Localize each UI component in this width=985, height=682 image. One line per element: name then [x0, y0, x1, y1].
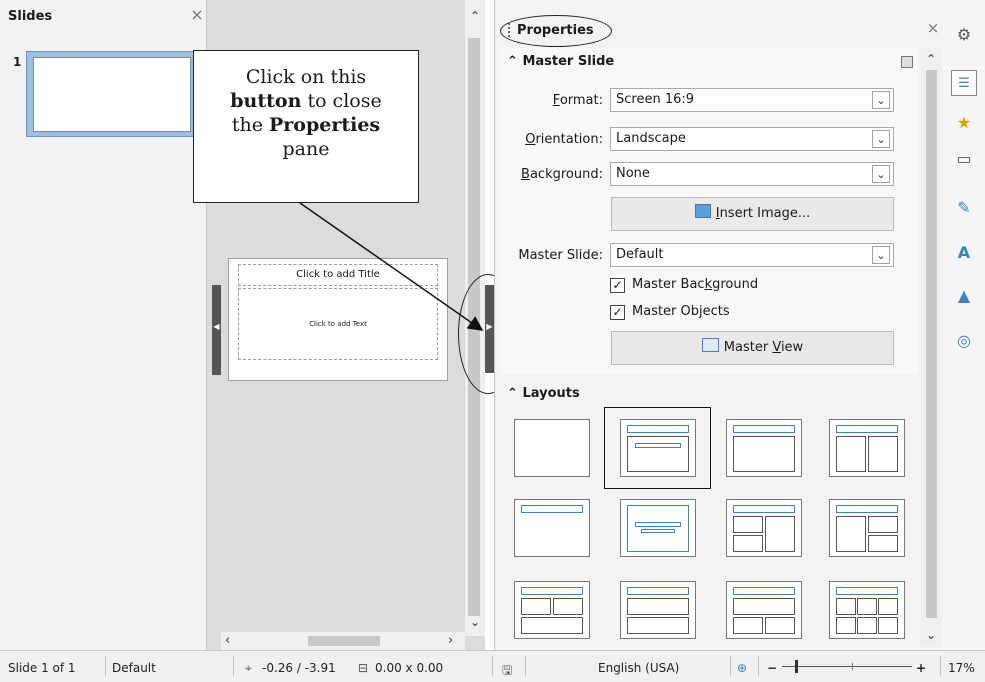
master-slide-section-header[interactable]: ⌃ Master Slide — [507, 54, 614, 69]
background-value: None — [616, 166, 650, 181]
master-slide-section-label: Master Slide — [522, 54, 615, 69]
layout-title-2content-over-content[interactable] — [514, 581, 590, 639]
status-separator — [758, 656, 759, 676]
chevron-down-icon[interactable]: ⌄ — [872, 246, 890, 264]
chevron-up-icon: ⌃ — [507, 386, 518, 401]
zoom-slider-track[interactable] — [782, 666, 912, 667]
zoom-slider-handle[interactable] — [795, 660, 798, 673]
master-slide-dropdown[interactable]: Default — [610, 243, 894, 267]
layout-title-content-over-content[interactable] — [620, 581, 696, 639]
chevron-up-icon: ⌃ — [507, 54, 518, 69]
status-separator — [940, 656, 941, 676]
insert-image-button[interactable]: Insert Image... — [611, 197, 894, 231]
properties-close-button[interactable]: × — [925, 20, 941, 36]
layouts-section-label: Layouts — [522, 386, 580, 401]
zoom-in-button[interactable]: + — [916, 661, 926, 675]
orientation-dropdown[interactable]: Landscape — [610, 127, 894, 151]
chevron-down-icon[interactable]: ⌄ — [872, 130, 890, 148]
callout-bold-button: button — [230, 90, 302, 112]
properties-scroll-thumb[interactable] — [926, 70, 937, 618]
master-view-button[interactable]: Master View — [611, 331, 894, 365]
scroll-down-icon[interactable]: ⌄ — [921, 628, 941, 642]
title-placeholder[interactable]: Click to add Title — [238, 264, 438, 286]
animation-icon[interactable]: ▭ — [951, 146, 977, 172]
sidebar-tabbar — [943, 0, 985, 650]
slide-thumbnail-number: 1 — [13, 55, 22, 69]
scroll-right-icon[interactable]: › — [448, 634, 462, 648]
text-placeholder[interactable]: Click to add Text — [238, 288, 438, 360]
language[interactable]: English (USA) — [598, 661, 679, 675]
more-options-button[interactable] — [901, 56, 913, 68]
status-separator — [525, 656, 526, 676]
slides-pane-title: Slides — [8, 9, 53, 24]
scroll-up-icon[interactable]: ⌃ — [921, 52, 941, 66]
size-icon: ⊟ — [358, 661, 369, 675]
background-label: Background: — [521, 167, 603, 182]
layout-title-6content[interactable] — [829, 581, 905, 639]
layout-blank[interactable] — [514, 419, 590, 477]
annotation-callout: Click on this button to close the Proper… — [193, 50, 419, 203]
callout-line-1: Click on this — [245, 66, 367, 88]
orientation-label: Orientation: — [525, 132, 603, 147]
chevron-down-icon[interactable]: ⌄ — [872, 165, 890, 183]
horizontal-scroll-thumb[interactable] — [308, 636, 380, 646]
master-objects-checkbox[interactable]: ✓ — [610, 305, 625, 320]
layout-title-content[interactable] — [620, 419, 696, 477]
collapse-left-icon: ◀ — [213, 322, 220, 331]
layout-title-only[interactable] — [514, 499, 590, 557]
format-label: Format: — [552, 93, 603, 108]
status-separator — [492, 656, 493, 676]
master-background-label: Master Background — [632, 277, 759, 292]
master-slide-value: Default — [616, 247, 664, 262]
scroll-up-icon[interactable]: ⌃ — [465, 8, 485, 24]
image-icon — [694, 204, 711, 218]
master-view-icon — [701, 338, 719, 352]
format-dropdown[interactable]: Screen 16:9 — [610, 88, 894, 112]
slides-pane-close-button[interactable]: × — [188, 6, 206, 24]
slide-position: Slide 1 of 1 — [8, 661, 76, 675]
layout-title-content-2[interactable] — [726, 419, 802, 477]
cursor-position: -0.26 / -3.91 — [262, 661, 336, 675]
callout-line-3: the — [231, 114, 269, 136]
navigator-icon[interactable]: ◎ — [951, 328, 977, 354]
master-slide-label: Master Slide: — [518, 248, 603, 263]
position-icon: ⌖ — [245, 661, 252, 675]
master-objects-label: Master Objects — [632, 304, 730, 319]
zoom-slider-tick — [852, 663, 853, 670]
chevron-down-icon[interactable]: ⌄ — [872, 91, 890, 109]
callout-line-2: to close — [301, 90, 382, 112]
status-separator — [233, 656, 234, 676]
background-dropdown[interactable]: None — [610, 162, 894, 186]
settings-icon[interactable]: ⚙ — [951, 22, 977, 48]
layout-title-content-2content[interactable] — [829, 499, 905, 557]
callout-bold-properties: Properties — [269, 114, 381, 136]
master-background-checkbox[interactable]: ✓ — [610, 278, 625, 293]
zoom-out-button[interactable]: − — [767, 661, 777, 675]
status-separator — [730, 656, 731, 676]
styles-icon[interactable]: A — [951, 240, 977, 266]
highlight-ellipse-title — [500, 15, 612, 47]
callout-line-4: pane — [282, 138, 330, 160]
orientation-value: Landscape — [616, 131, 686, 146]
layout-title-two-content[interactable] — [829, 419, 905, 477]
properties-icon[interactable]: ☰ — [951, 70, 977, 96]
layout-title-content-over-2content[interactable] — [726, 581, 802, 639]
layouts-section-header[interactable]: ⌃ Layouts — [507, 386, 580, 401]
object-size: 0.00 x 0.00 — [375, 661, 444, 675]
master-name: Default — [112, 661, 156, 675]
layout-title-2content-content[interactable] — [726, 499, 802, 557]
scroll-down-icon[interactable]: ⌄ — [465, 614, 485, 630]
slide-thumbnail[interactable] — [33, 57, 191, 132]
format-value: Screen 16:9 — [616, 92, 695, 107]
master-slides-icon[interactable]: ✎ — [951, 195, 977, 221]
scroll-left-icon[interactable]: ‹ — [225, 634, 239, 648]
zoom-level[interactable]: 17% — [948, 661, 975, 675]
save-state-icon[interactable]: 🖫 — [502, 661, 512, 682]
fit-slide-icon[interactable]: ⊕ — [737, 661, 747, 675]
slide-transition-icon[interactable]: ★ — [951, 110, 977, 136]
layout-centered-text[interactable] — [620, 499, 696, 557]
status-separator — [105, 656, 106, 676]
gallery-icon[interactable]: ▲ — [951, 283, 977, 309]
